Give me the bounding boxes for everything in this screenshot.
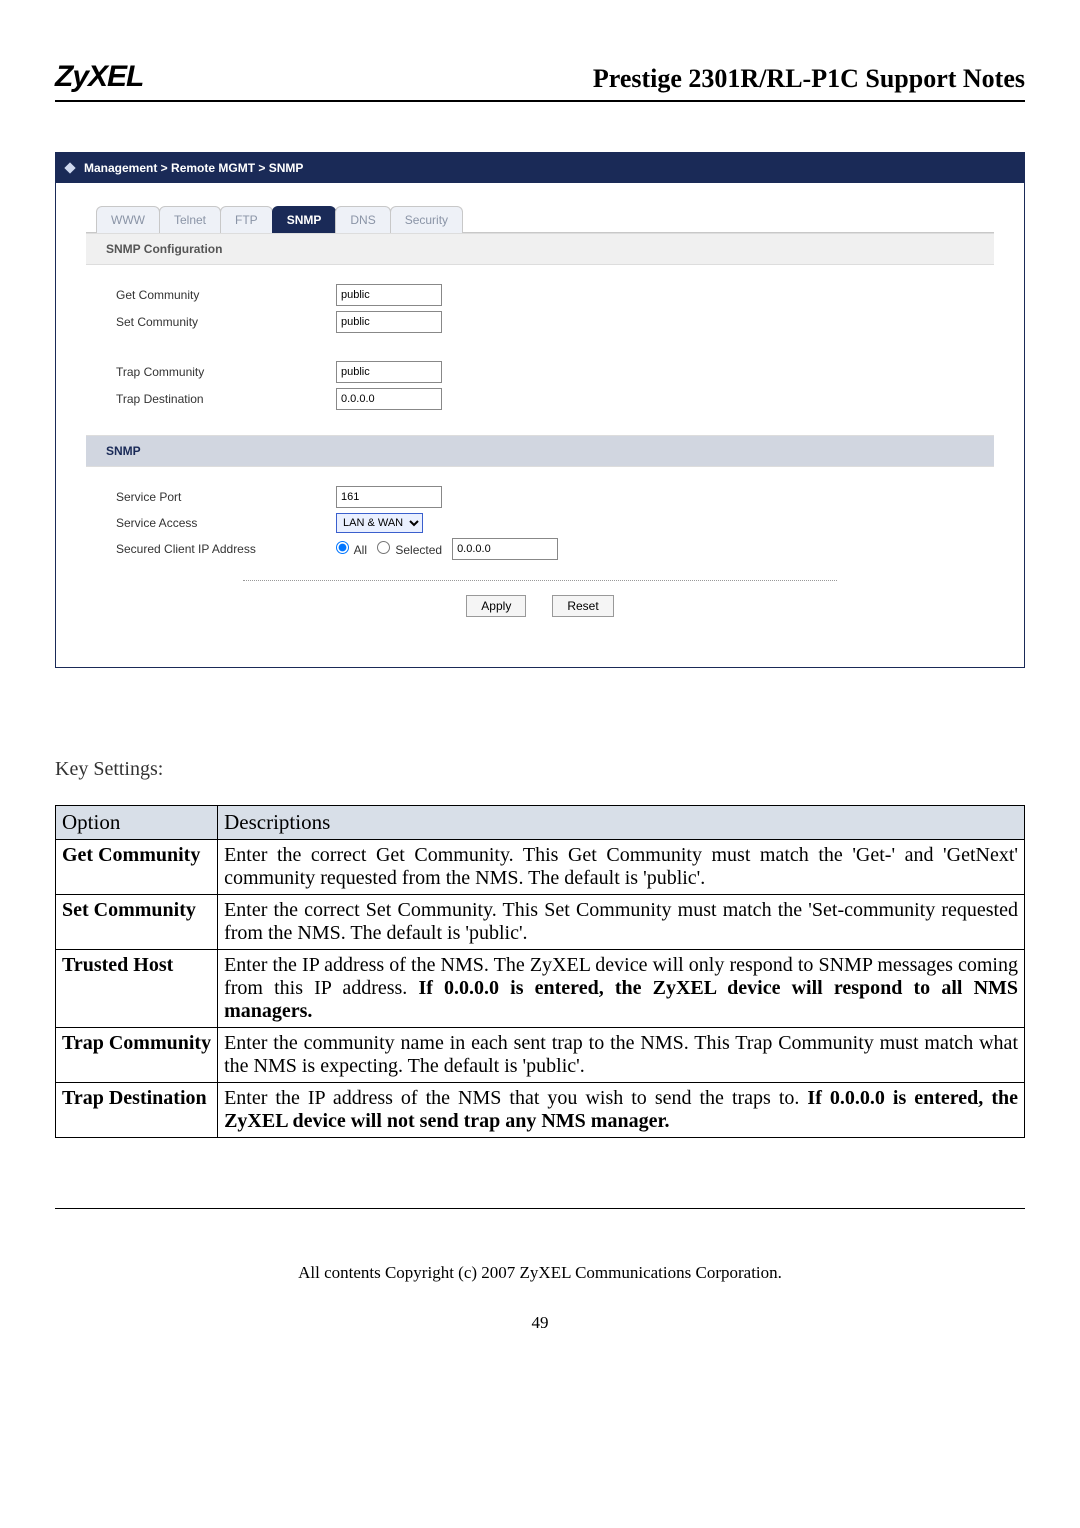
radio-selected-label: Selected — [395, 543, 442, 557]
row-trap-destination-option: Trap Destination — [56, 1083, 218, 1138]
section-snmp: SNMP — [86, 435, 994, 467]
row-trap-destination-desc: Enter the IP address of the NMS that you… — [218, 1083, 1025, 1138]
doc-title: Prestige 2301R/RL-P1C Support Notes — [593, 64, 1025, 94]
diamond-icon — [64, 162, 75, 173]
input-trap-community[interactable] — [336, 361, 442, 383]
label-service-access: Service Access — [116, 516, 336, 530]
row-trusted-host-desc: Enter the IP address of the NMS. The ZyX… — [218, 950, 1025, 1028]
key-settings-heading: Key Settings: — [55, 758, 1025, 781]
reset-button[interactable]: Reset — [552, 595, 613, 617]
radio-all[interactable] — [336, 541, 349, 554]
page-number: 49 — [55, 1313, 1025, 1333]
input-get-community[interactable] — [336, 284, 442, 306]
label-trap-community: Trap Community — [116, 365, 336, 379]
radio-all-label: All — [354, 543, 367, 557]
tab-www[interactable]: WWW — [96, 206, 160, 233]
th-option: Option — [56, 806, 218, 840]
label-secured-ip: Secured Client IP Address — [116, 542, 336, 556]
label-set-community: Set Community — [116, 315, 336, 329]
radio-all-wrap[interactable]: All — [336, 541, 367, 557]
row-trusted-host-option: Trusted Host — [56, 950, 218, 1028]
divider — [243, 580, 837, 581]
input-service-port[interactable] — [336, 486, 442, 508]
tab-ftp[interactable]: FTP — [220, 206, 273, 233]
logo: ZyXEL — [55, 60, 143, 94]
label-get-community: Get Community — [116, 288, 336, 302]
radio-selected[interactable] — [377, 541, 390, 554]
tab-snmp[interactable]: SNMP — [272, 206, 337, 233]
th-desc: Descriptions — [218, 806, 1025, 840]
radio-selected-wrap[interactable]: Selected — [377, 541, 442, 557]
tab-telnet[interactable]: Telnet — [159, 206, 221, 233]
input-secured-ip[interactable] — [452, 538, 558, 560]
select-service-access[interactable]: LAN & WAN — [336, 513, 423, 533]
settings-table: Option Descriptions Get Community Enter … — [55, 805, 1025, 1138]
row-set-community-option: Set Community — [56, 895, 218, 950]
section-snmp-config: SNMP Configuration — [86, 233, 994, 265]
label-service-port: Service Port — [116, 490, 336, 504]
config-screenshot: Management > Remote MGMT > SNMP WWW Teln… — [55, 152, 1025, 668]
apply-button[interactable]: Apply — [466, 595, 526, 617]
tab-bar: WWW Telnet FTP SNMP DNS Security — [86, 205, 994, 233]
breadcrumb-text: Management > Remote MGMT > SNMP — [84, 161, 303, 175]
row-get-community-desc: Enter the correct Get Community. This Ge… — [218, 840, 1025, 895]
input-trap-destination[interactable] — [336, 388, 442, 410]
label-trap-destination: Trap Destination — [116, 392, 336, 406]
breadcrumb: Management > Remote MGMT > SNMP — [56, 153, 1024, 183]
tab-security[interactable]: Security — [390, 206, 463, 233]
row-get-community-option: Get Community — [56, 840, 218, 895]
input-set-community[interactable] — [336, 311, 442, 333]
copyright: All contents Copyright (c) 2007 ZyXEL Co… — [55, 1208, 1025, 1283]
tab-dns[interactable]: DNS — [335, 206, 390, 233]
row-trap-community-desc: Enter the community name in each sent tr… — [218, 1028, 1025, 1083]
row-set-community-desc: Enter the correct Set Community. This Se… — [218, 895, 1025, 950]
row-trap-community-option: Trap Community — [56, 1028, 218, 1083]
